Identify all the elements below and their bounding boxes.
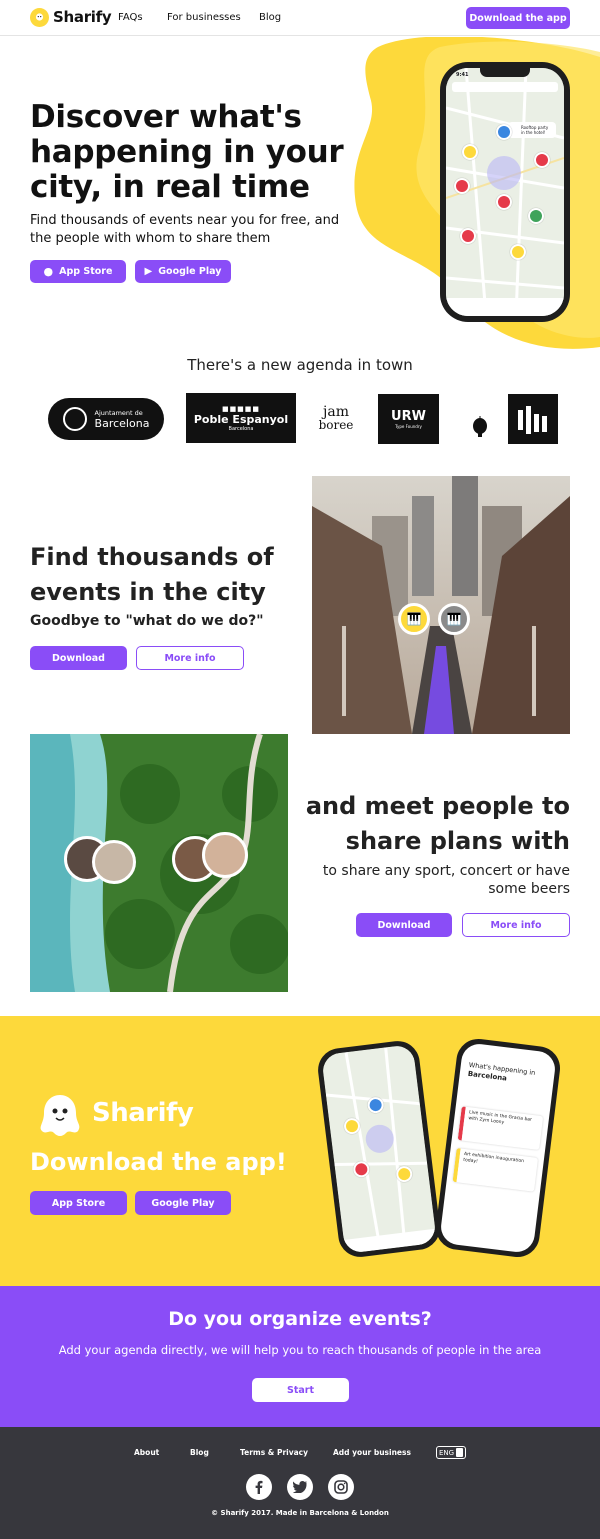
twitter-icon[interactable] [287, 1474, 313, 1500]
phone-screen-list: What's happening in Barcelona Live music… [439, 1042, 557, 1254]
map-event-tooltip: Rooftop party in the hotel! [508, 122, 556, 138]
app-store-button[interactable]: ● App Store [30, 260, 126, 283]
nav-link-faqs[interactable]: FAQs [118, 12, 143, 23]
language-selector[interactable]: ENG [436, 1446, 466, 1459]
map-pin[interactable] [460, 228, 476, 244]
download-title: Download the app! [30, 1148, 287, 1176]
partner-logo-urw: URW Type Foundry [378, 394, 439, 444]
map-pin[interactable] [534, 152, 550, 168]
partner-logo-text: Barcelona [94, 416, 150, 430]
partner-logo-ajuntament: Ajuntament de Barcelona [48, 398, 164, 440]
feature-events-download-button[interactable]: Download [30, 646, 127, 670]
download-app-button[interactable]: Download the app [466, 7, 570, 29]
map-search-bar[interactable] [452, 82, 558, 92]
download-google-play-button[interactable]: Google Play [135, 1191, 231, 1215]
phone-screen-map: 9:41 Rooftop party in the hotel! [446, 68, 564, 316]
feature-events-more-info-button[interactable]: More info [136, 646, 244, 670]
copyright: © Sharify 2017. Made in Barcelona & Lond… [211, 1509, 389, 1517]
avatar [202, 832, 248, 878]
feature-people-title: and meet people to share plans with [305, 792, 570, 855]
language-label: ENG [439, 1448, 455, 1457]
event-card-title: Art exhibition inauguration today! [462, 1151, 525, 1165]
piano-event-marker-icon[interactable]: 🎹 [438, 603, 470, 635]
hero-subtitle: Find thousands of events near you for fr… [30, 213, 340, 246]
partner-logo-text: boree [318, 418, 354, 432]
castle-icon: ■■■■■ [221, 404, 261, 413]
people-avatar-group-right[interactable] [172, 832, 248, 882]
map-pin[interactable] [510, 244, 526, 260]
map-pin[interactable] [496, 124, 512, 140]
organize-subtitle: Add your agenda directly, we will help y… [58, 1343, 542, 1357]
partner-logo-text: Type Foundry [395, 424, 422, 429]
chevron-down-icon [456, 1448, 464, 1457]
top-nav: Sharify FAQs For businesses Blog Downloa… [0, 0, 600, 36]
footer-link-blog[interactable]: Blog [190, 1448, 209, 1457]
feature-people-download-button[interactable]: Download [356, 913, 452, 937]
event-card-title: Live music in the Gracia bar with Zym Lo… [468, 1110, 533, 1126]
hero-phone-mockup: 9:41 Rooftop party in the hotel! [440, 62, 570, 322]
phone-notch [480, 68, 530, 77]
partners-heading: There's a new agenda in town [187, 356, 413, 374]
google-play-icon: ▶ [144, 266, 153, 277]
partner-logo-text: URW [391, 409, 426, 424]
instagram-icon[interactable] [328, 1474, 354, 1500]
map-pin[interactable] [454, 178, 470, 194]
sharify-logo-icon[interactable] [30, 8, 49, 27]
footer-link-add-business[interactable]: Add your business [333, 1448, 411, 1457]
hero-title: Discover what's happening in your city, … [30, 99, 344, 205]
city-street-photo: 🎹 🎹 [312, 476, 570, 734]
barcelona-crest-icon [62, 407, 87, 431]
feature-events-title: Find thousands of events in the city [30, 543, 274, 606]
partner-logo-jamboree: jam boree [312, 398, 360, 438]
phone-time: 9:41 [456, 72, 469, 78]
partner-logo-poble-espanyol: ■■■■■ Poble Espanyol Barcelona [186, 393, 296, 443]
partner-logo-text: Ajuntament de [94, 408, 143, 417]
feature-events-subtitle: Goodbye to "what do we do?" [30, 613, 264, 629]
partner-logo-text: Barcelona [228, 425, 254, 432]
sharify-ghost-logo-icon [38, 1093, 82, 1137]
start-button[interactable]: Start [252, 1378, 349, 1402]
nav-link-for-businesses[interactable]: For businesses [167, 12, 241, 23]
partner-logo-text: jam [323, 404, 349, 420]
facebook-icon[interactable] [246, 1474, 272, 1500]
app-store-label: App Store [59, 266, 113, 277]
map-pin[interactable] [462, 144, 478, 160]
partner-logo-text: Poble Espanyol [193, 412, 289, 426]
partner-logo-bars-icon [508, 394, 558, 444]
event-card[interactable]: Live music in the Gracia bar with Zym Lo… [457, 1106, 544, 1151]
footer-link-terms[interactable]: Terms & Privacy [240, 1448, 308, 1457]
feature-people-more-info-button[interactable]: More info [462, 913, 570, 937]
organize-title: Do you organize events? [168, 1308, 432, 1330]
apple-icon: ● [43, 265, 54, 278]
avatar [92, 840, 136, 884]
download-app-store-button[interactable]: App Store [30, 1191, 127, 1215]
brand-name[interactable]: Sharify [53, 8, 112, 26]
feature-people-subtitle: to share any sport, concert or have some… [322, 863, 570, 897]
download-brand: Sharify [92, 1098, 194, 1128]
event-card[interactable]: Art exhibition inauguration today! [452, 1147, 539, 1192]
piano-event-marker-icon[interactable]: 🎹 [398, 603, 430, 635]
nav-link-blog[interactable]: Blog [259, 12, 281, 23]
partner-logo-head-icon [472, 416, 488, 438]
footer-link-about[interactable]: About [134, 1448, 159, 1457]
map-pin[interactable] [528, 208, 544, 224]
people-avatar-group-left[interactable] [64, 836, 136, 886]
map-pin[interactable] [496, 194, 512, 210]
beach-forest-photo [30, 734, 288, 992]
map-tooltip-label: Rooftop party in the hotel! [521, 125, 549, 135]
phone-screen-map [321, 1044, 437, 1254]
google-play-button[interactable]: ▶ Google Play [135, 260, 231, 283]
google-play-label: Google Play [158, 266, 222, 277]
